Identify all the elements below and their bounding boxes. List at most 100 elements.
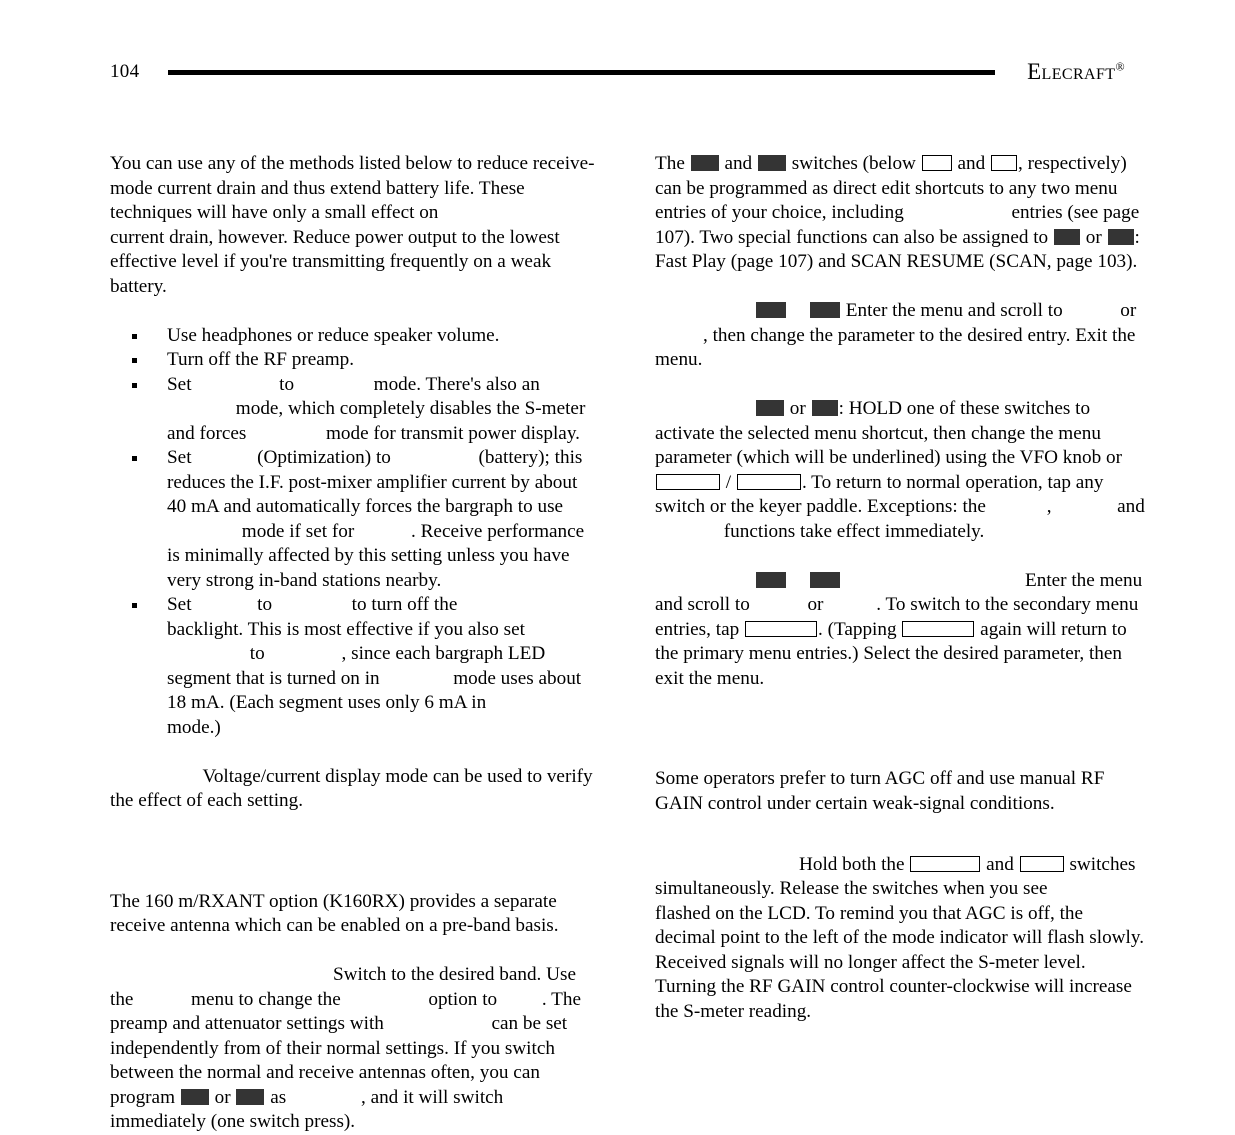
rxant-intro-paragraph: The 160 m/RXANT option (K160RX) provides… [110, 890, 600, 939]
secondary-part4: . (Tapping [817, 618, 902, 640]
bullet-text: mode.) [167, 716, 221, 738]
redacted-switch-graphic [1053, 228, 1080, 245]
secondary-menu-paragraph: Enter the menu and scroll to or . To swi… [655, 569, 1145, 692]
bullet-text: to [274, 373, 299, 395]
assign-text2: or [1115, 300, 1137, 321]
redacted-switch-graphic [811, 400, 838, 416]
outlined-switch-graphic [736, 473, 801, 490]
list-item: Set (Optimization) to (battery); this re… [110, 446, 600, 593]
shortcut-part1: The [655, 153, 690, 174]
left-column: You can use any of the methods listed be… [110, 152, 600, 1135]
redacted-switch-graphic [810, 302, 840, 318]
bullet-text: backlight. This is most effective if you… [167, 618, 525, 640]
bullet-text: (Optimization) to [252, 447, 396, 468]
redacted-switch-graphic [180, 1088, 209, 1105]
bullet-text: to turn off the [346, 594, 463, 615]
outlined-switch-graphic [921, 155, 952, 171]
assign-text3: , then change the parameter to the desir… [655, 324, 1136, 371]
bullet-text: . Receive performance is minimally affec… [167, 520, 585, 591]
agc-proc-part1: Hold both the [799, 853, 910, 875]
rxant-proc-part2: menu to change the [186, 988, 346, 1010]
list-item: Use headphones or reduce speaker volume. [110, 324, 600, 349]
bullet-text: Use headphones or reduce speaker volume. [167, 324, 500, 346]
right-column: The and switches (below and , respective… [655, 152, 1145, 1024]
hidden-section-heading [655, 737, 1145, 767]
shortcut-part7: or [1080, 226, 1107, 248]
page-header: 104 Elecraft® [110, 56, 1125, 86]
redacted-switch-graphic [236, 1088, 265, 1105]
redacted-switch-graphic [810, 571, 840, 588]
bullet-text: to [252, 594, 277, 615]
hold-part2: : HOLD one of these switches to activate… [655, 398, 1122, 468]
rxant-procedure-paragraph: Switch to the desired band. Use the menu… [110, 963, 600, 1135]
intro-text-part2: current drain, however. Reduce power out… [110, 226, 560, 297]
intro-text-part1: You can use any of the methods listed be… [110, 153, 595, 223]
bullet-text: Set [167, 594, 197, 615]
bullet-text: Turn off the RF preamp. [167, 349, 355, 370]
page-number: 104 [110, 60, 140, 82]
outlined-switch-graphic [910, 855, 981, 872]
bullet-text: Set [167, 373, 197, 395]
note-text: Voltage/current display mode can be used… [110, 765, 593, 812]
redacted-switch-graphic [690, 155, 719, 171]
redacted-switch-graphic [756, 571, 786, 588]
shortcut-part3: switches (below [786, 153, 921, 174]
secondary-part2: or [802, 594, 829, 615]
header-rule [168, 69, 996, 75]
shortcut-part4: and [952, 153, 991, 174]
rxant-proc-part6: as [265, 1086, 291, 1108]
power-saving-bullet-list: Use headphones or reduce speaker volume.… [110, 324, 600, 741]
outlined-switch-graphic [1019, 855, 1064, 872]
bullet-text: mode for transmit power display. [321, 422, 580, 444]
outlined-switch-graphic [991, 155, 1018, 171]
agc-procedure-paragraph: Hold both the and switches simultaneousl… [655, 853, 1145, 1025]
rxant-proc-or: or [209, 1086, 236, 1108]
bullet-text: to [245, 643, 270, 664]
rxant-intro-text: The 160 m/RXANT option (K160RX) provides… [110, 890, 559, 937]
redacted-switch-graphic [757, 155, 786, 171]
redacted-switch-graphic [756, 302, 786, 318]
shortcut-paragraph: The and switches (below and , respective… [655, 152, 1145, 275]
registered-trademark-icon: ® [1115, 58, 1125, 73]
brand-name: Elecraft® [1027, 60, 1125, 83]
outlined-switch-graphic [902, 620, 975, 637]
list-item: Turn off the RF preamp. [110, 348, 600, 373]
bullet-text: Set [167, 447, 197, 468]
intro-paragraph: You can use any of the methods listed be… [110, 152, 600, 299]
bullet-text: mode if set for [237, 520, 360, 542]
brand-text: Elecraft [1027, 58, 1116, 84]
assign-text1: Enter the menu and scroll to [841, 300, 1068, 321]
redacted-switch-graphic [1107, 228, 1134, 245]
redacted-switch-graphic [756, 400, 784, 416]
agc-proc-part2: and [981, 853, 1019, 875]
hold-part3: / [721, 471, 736, 493]
bullet-text: mode. There's also an [368, 373, 540, 395]
hold-part5: , [1046, 496, 1057, 517]
shortcut-part2: and [719, 153, 757, 174]
hold-part6: and [1112, 496, 1145, 517]
assign-paragraph: Enter the menu and scroll to or , then c… [655, 299, 1145, 373]
note-paragraph: Voltage/current display mode can be used… [110, 765, 600, 814]
hidden-section-heading [110, 860, 600, 890]
agc-intro-text: Some operators prefer to turn AGC off an… [655, 768, 1105, 814]
agc-proc-part4: flashed on the LCD. To remind you that A… [655, 902, 1144, 1022]
outlined-switch-graphic [656, 473, 720, 490]
hold-paragraph: or : HOLD one of these switches to activ… [655, 397, 1145, 544]
manual-page: 104 Elecraft® You can use any of the met… [0, 0, 1235, 1133]
list-item: Set to mode. There's also an mode, which… [110, 373, 600, 447]
outlined-switch-graphic [744, 620, 817, 637]
list-item: Set to to turn off the backlight. This i… [110, 593, 600, 740]
agc-intro-paragraph: Some operators prefer to turn AGC off an… [655, 767, 1145, 816]
hold-part7: functions take effect immediately. [719, 520, 985, 542]
hold-part1: or [785, 398, 811, 419]
